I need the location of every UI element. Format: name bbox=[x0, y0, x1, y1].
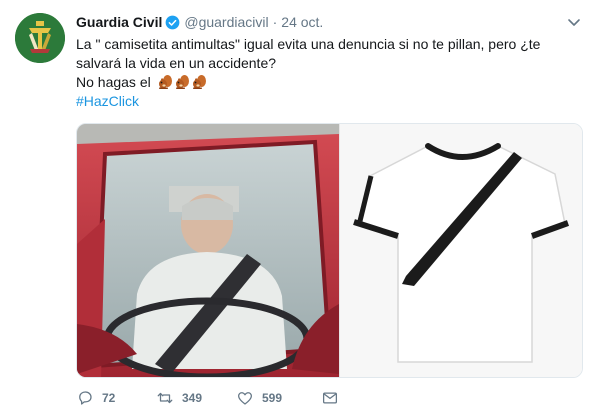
author-handle[interactable]: @guardiacivil bbox=[184, 12, 268, 32]
seatbelt-tshirt-image bbox=[340, 124, 582, 377]
envelope-icon bbox=[322, 392, 338, 404]
tweet-media[interactable] bbox=[76, 123, 583, 378]
chipmunk-emoji-icon bbox=[174, 74, 190, 90]
timestamp-link[interactable]: 24 oct. bbox=[281, 12, 323, 32]
tweet-header: Guardia Civil @guardiacivil · 24 oct. bbox=[76, 12, 323, 32]
tweet-text-line: salvará la vida en un accidente? bbox=[76, 55, 277, 71]
hashtag-link[interactable]: #HazClick bbox=[76, 93, 139, 109]
reply-button[interactable]: 72 bbox=[76, 389, 156, 407]
tweet-card[interactable]: Guardia Civil @guardiacivil · 24 oct. La… bbox=[0, 0, 596, 417]
like-button[interactable]: 599 bbox=[236, 389, 321, 407]
guardia-civil-logo-icon bbox=[15, 13, 65, 63]
tweet-text-line: La " camisetita antimultas" igual evita … bbox=[76, 36, 541, 52]
tweet-text-fragment: No hagas el bbox=[76, 74, 151, 90]
driver-in-car-image bbox=[77, 124, 339, 377]
like-count: 599 bbox=[262, 391, 283, 405]
heart-icon bbox=[237, 392, 253, 405]
emoji-group bbox=[157, 74, 208, 90]
retweet-button[interactable]: 349 bbox=[156, 389, 236, 407]
reply-icon bbox=[79, 391, 92, 405]
chipmunk-emoji-icon bbox=[191, 74, 207, 90]
hashtag-line: #HazClick bbox=[76, 92, 576, 111]
verified-badge-icon bbox=[165, 15, 180, 30]
chevron-down-icon[interactable] bbox=[566, 14, 582, 30]
tweet-text-line: No hagas el bbox=[76, 73, 576, 92]
driver-photo[interactable] bbox=[77, 124, 339, 377]
separator-dot: · bbox=[272, 14, 278, 30]
retweet-icon bbox=[157, 392, 173, 404]
author-name[interactable]: Guardia Civil bbox=[76, 12, 162, 32]
retweet-count: 349 bbox=[182, 391, 203, 405]
tweet-text: La " camisetita antimultas" igual evita … bbox=[76, 35, 576, 111]
avatar[interactable] bbox=[15, 13, 65, 63]
tweet-actions: 72 349 599 bbox=[76, 388, 339, 408]
tshirt-photo[interactable] bbox=[339, 124, 582, 377]
reply-count: 72 bbox=[102, 391, 116, 405]
chipmunk-emoji-icon bbox=[157, 74, 173, 90]
direct-message-button[interactable] bbox=[321, 389, 339, 407]
